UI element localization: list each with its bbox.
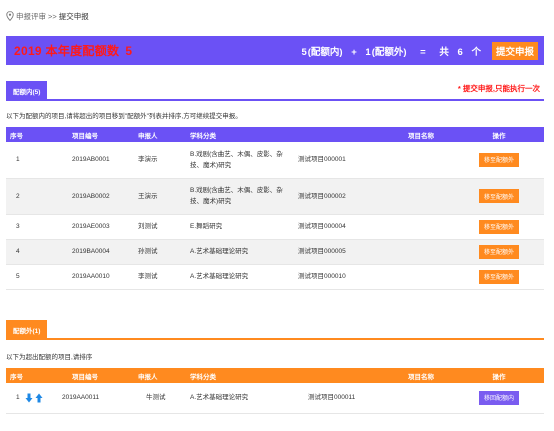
row-name: 测试项目000011	[294, 383, 454, 414]
table-row: 5 2019AA0010 李测试 A.艺术基础理论研究 测试项目000010 移…	[6, 264, 544, 290]
row-code: 2019AA0011	[54, 383, 134, 414]
move-out-button[interactable]: 移至配额外	[478, 152, 519, 167]
arrow-up-icon[interactable]	[35, 393, 43, 403]
table-row: 2 2019AB0002 王演示 B.戏剧(含曲艺、木偶、皮影、杂技、魔术)研究…	[6, 178, 544, 215]
quota-summary-bar: 2019 本年度配额数 5 5(配额内) + 1(配额外) = 共 6 个 提交申…	[6, 36, 544, 65]
breadcrumb: 申报评审 >> 提交申报	[6, 10, 89, 22]
move-out-button[interactable]: 移至配额外	[478, 269, 519, 284]
inner-count: 5	[301, 46, 307, 58]
row-code: 2019AA0010	[54, 264, 134, 290]
row-code: 2019AB0001	[54, 142, 134, 179]
breadcrumb-parent[interactable]: 申报评审	[16, 11, 46, 22]
row-index: 1	[6, 142, 54, 179]
table-row: 1 2019AA0011 牛测试 A.艺术基础理论研究 测试项目000011 移…	[6, 383, 544, 414]
tab-outer-quota[interactable]: 配额外(1)	[6, 320, 48, 340]
row-category: A.艺术基础理论研究	[186, 383, 294, 414]
row-category: B.戏剧(含曲艺、木偶、皮影、杂技、魔术)研究	[186, 178, 294, 215]
outer-quota-tab-bar: 配额外(1)	[6, 318, 544, 340]
row-name: 测试项目000002	[294, 178, 454, 215]
inner-quota-tab-bar: 配额内(5) * 提交申报,只能执行一次	[6, 79, 544, 101]
col-action: 操作	[454, 127, 544, 142]
outer-count: 1	[365, 46, 371, 58]
plus-sign: +	[351, 46, 357, 58]
submit-application-button[interactable]: 提交申报	[491, 41, 538, 60]
row-code: 2019AE0003	[54, 214, 134, 240]
col-index: 序号	[6, 368, 54, 383]
total-count: 6	[457, 46, 463, 58]
row-applicant: 王演示	[134, 178, 186, 215]
col-action: 操作	[454, 368, 544, 383]
col-applicant: 申报人	[134, 127, 186, 142]
tab-inner-quota[interactable]: 配额内(5)	[6, 81, 48, 101]
total-prefix: 共	[439, 46, 449, 58]
inner-hint: 以下为配额内的项目,请将超出的项目移到"配额外"列表并排序,方可继续提交申报。	[6, 113, 242, 120]
col-applicant: 申报人	[134, 368, 186, 383]
row-applicant: 李测试	[134, 264, 186, 290]
breadcrumb-separator: >>	[48, 11, 57, 21]
row-applicant: 李演示	[134, 142, 186, 179]
location-pin-icon	[6, 11, 14, 21]
submit-once-note: * 提交申报,只能执行一次	[457, 84, 540, 93]
row-name: 测试项目000010	[294, 264, 454, 290]
inner-label: (配额内)	[307, 46, 343, 58]
col-name: 项目名称	[294, 127, 454, 142]
row-category: B.戏剧(含曲艺、木偶、皮影、杂技、魔术)研究	[186, 142, 294, 179]
outer-hint: 以下为超出配额的项目,请排序	[6, 354, 93, 361]
table-row: 4 2019BA0004 孙测试 A.艺术基础理论研究 测试项目000005 移…	[6, 239, 544, 265]
inner-quota-table: 序号 项目编号 申报人 学科分类 项目名称 操作 1 2019AB0001 李演…	[6, 127, 544, 290]
move-out-button[interactable]: 移至配额外	[478, 219, 519, 234]
equals-sign: =	[420, 46, 426, 58]
total-unit: 个	[471, 46, 481, 58]
row-applicant: 牛测试	[134, 383, 186, 414]
row-code: 2019BA0004	[54, 239, 134, 265]
col-index: 序号	[6, 127, 54, 142]
outer-label: (配额外)	[371, 46, 407, 58]
tab-underline	[6, 99, 544, 101]
arrow-down-icon[interactable]	[25, 393, 33, 403]
tab-underline	[6, 338, 544, 340]
move-out-button[interactable]: 移至配额外	[478, 189, 519, 203]
row-name: 测试项目000004	[294, 214, 454, 240]
table-header-row: 序号 项目编号 申报人 学科分类 项目名称 操作	[6, 127, 544, 142]
row-applicant: 孙测试	[134, 239, 186, 265]
row-index-cell: 1	[6, 383, 54, 414]
row-index: 5	[6, 264, 54, 290]
row-code: 2019AB0002	[54, 178, 134, 215]
row-applicant: 刘测试	[134, 214, 186, 240]
quota-count: 5	[125, 44, 133, 58]
row-category: E.舞蹈研究	[186, 214, 294, 240]
quota-formula: 5(配额内) + 1(配额外) = 共 6 个	[298, 44, 484, 58]
row-index: 1	[16, 394, 20, 402]
row-category: A.艺术基础理论研究	[186, 264, 294, 290]
row-name: 测试项目000005	[294, 239, 454, 265]
quota-title-text: 2019 本年度配额数	[14, 44, 120, 58]
table-row: 3 2019AE0003 刘测试 E.舞蹈研究 测试项目000004 移至配额外	[6, 214, 544, 240]
col-code: 项目编号	[54, 368, 134, 383]
quota-title: 2019 本年度配额数 5	[14, 42, 132, 59]
col-code: 项目编号	[54, 127, 134, 142]
move-back-button[interactable]: 移回配额内	[478, 390, 519, 405]
move-out-button[interactable]: 移至配额外	[478, 244, 519, 259]
row-index: 3	[6, 214, 54, 240]
breadcrumb-current: 提交申报	[58, 11, 89, 21]
col-category: 学科分类	[186, 368, 294, 383]
col-name: 项目名称	[294, 368, 454, 383]
row-name: 测试项目000001	[294, 142, 454, 179]
row-category: A.艺术基础理论研究	[186, 239, 294, 265]
table-header-row: 序号 项目编号 申报人 学科分类 项目名称 操作	[6, 368, 544, 383]
row-index: 2	[6, 178, 54, 215]
outer-quota-table: 序号 项目编号 申报人 学科分类 项目名称 操作 1 2019AA0011 牛测…	[6, 368, 544, 414]
table-row: 1 2019AB0001 李演示 B.戏剧(含曲艺、木偶、皮影、杂技、魔术)研究…	[6, 142, 544, 179]
row-index: 4	[6, 239, 54, 265]
col-category: 学科分类	[186, 127, 294, 142]
